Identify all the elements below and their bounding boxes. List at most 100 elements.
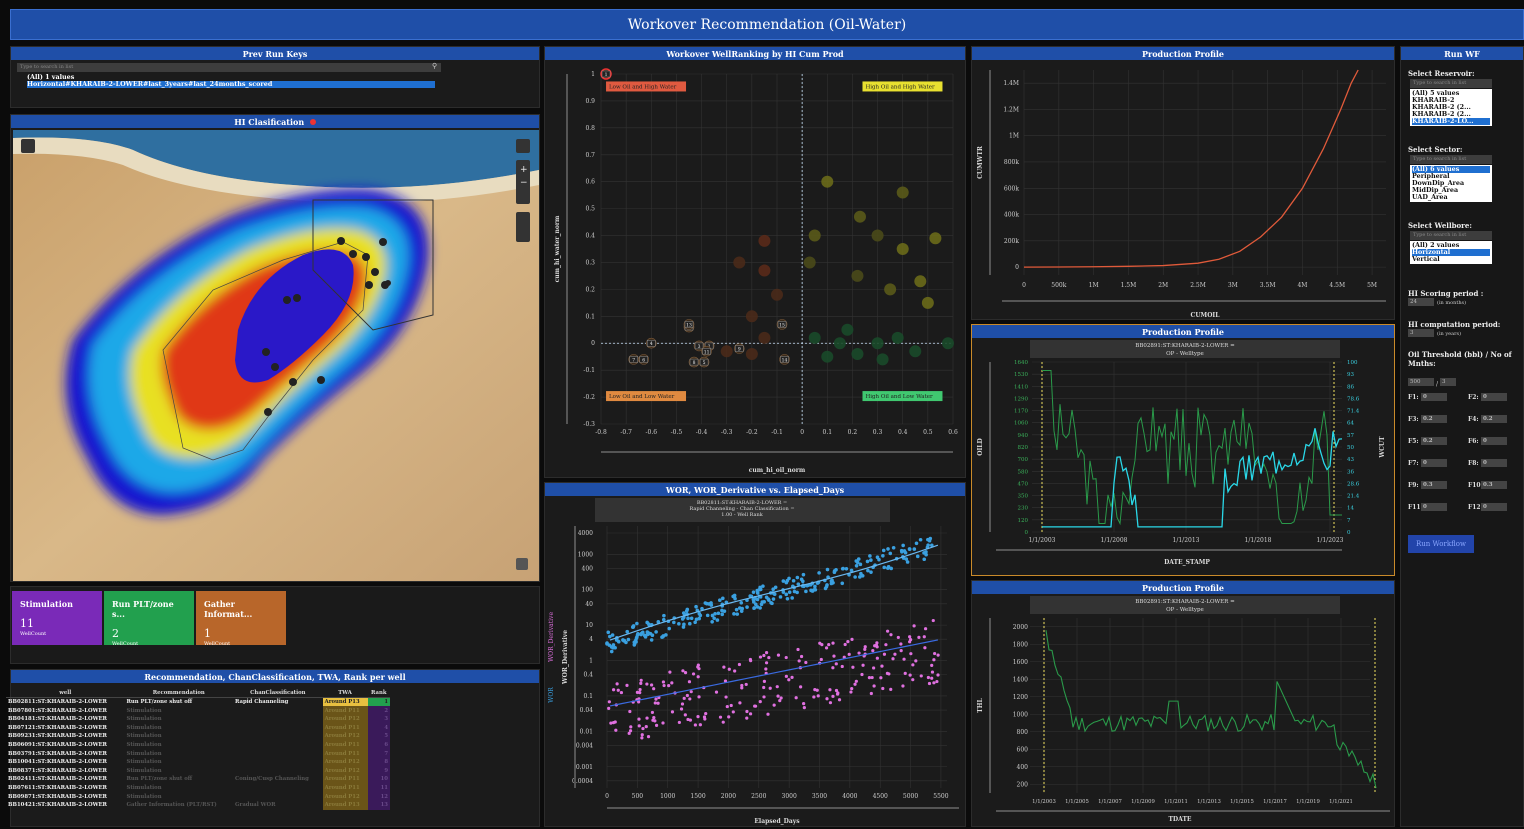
wor-derivative-point bbox=[762, 679, 767, 683]
f-input[interactable]: 0 bbox=[1481, 437, 1507, 445]
f-input[interactable]: 0 bbox=[1481, 503, 1507, 511]
quadrant-text: Low Oil and Low Water bbox=[609, 394, 675, 400]
y-tick: 470 bbox=[1018, 481, 1029, 487]
y-tick: 0 bbox=[1015, 264, 1019, 271]
wor-point bbox=[830, 578, 834, 583]
bubble bbox=[720, 345, 733, 358]
wor-derivative-point bbox=[698, 723, 702, 727]
hi-scoring-input[interactable]: 24 bbox=[1408, 298, 1434, 306]
prev-run-search[interactable]: Type to search in list bbox=[17, 63, 441, 72]
reservoir-list[interactable]: (All) 5 values KHARAIB-2 KHARAIB-2 (2... KH… bbox=[1410, 89, 1492, 126]
wor-derivative-point bbox=[867, 676, 872, 680]
table-row[interactable]: BB10041:ST:KHARAIB-2-LOWER Stimulation Aro… bbox=[6, 757, 390, 767]
hi-comp-input[interactable]: 3 bbox=[1408, 329, 1434, 337]
hi-scoring-row: 24 (in months) bbox=[1408, 298, 1466, 306]
prod3-chart[interactable]: BB02891:ST:KHARAIB-2-LOWER = OP - Welltyp… bbox=[972, 594, 1394, 826]
x-tick: 5500 bbox=[933, 793, 948, 800]
f-input[interactable]: 0 bbox=[1421, 503, 1447, 511]
y-tick: 0.2 bbox=[585, 286, 595, 293]
wor-derivative-point bbox=[931, 618, 935, 623]
table-row[interactable]: BB02811:ST:KHARAIB-2-LOWER Run PLT/zone s… bbox=[6, 697, 390, 707]
ranking-chart[interactable]: -0.8 -0.7 -0.6 -0.5 -0.4 -0.3 -0.2 -0.1 0 0.1 0.2 0… bbox=[545, 60, 965, 478]
column-header[interactable]: TWA bbox=[322, 688, 368, 698]
wor-point bbox=[654, 630, 658, 634]
table-row[interactable]: BB02411:ST:KHARAIB-2-LOWER Run PLT/zone s… bbox=[6, 775, 390, 784]
wor-derivative-point bbox=[901, 684, 905, 688]
prod2-chart[interactable]: BB02891:ST:KHARAIB-2-LOWER = OP - Welltyp… bbox=[972, 338, 1394, 575]
wellbore-search[interactable]: Type to search in list bbox=[1410, 231, 1492, 240]
f-field-5: F5: 0.2 bbox=[1408, 437, 1447, 445]
column-header[interactable]: well bbox=[6, 688, 125, 698]
column-header[interactable]: Recommendation bbox=[124, 688, 233, 698]
quadrant-text: Low Oil and High Water bbox=[609, 84, 677, 90]
sector-item[interactable]: UAD_Area bbox=[1412, 194, 1490, 201]
cell-twa: Around P12 bbox=[322, 732, 368, 741]
prev-run-item[interactable]: Horizontal#KHARAIB-2-LOWER#last_3years#l… bbox=[27, 81, 435, 88]
reservoir-item[interactable]: KHARAIB-2-LO... bbox=[1412, 118, 1490, 125]
wor-derivative-point bbox=[835, 692, 840, 696]
f-label: F5: bbox=[1408, 437, 1419, 445]
heatmap-map[interactable]: +− bbox=[13, 130, 539, 581]
table-row[interactable]: BB09871:ST:KHARAIB-2-LOWER Stimulation Aro… bbox=[6, 792, 390, 801]
f-input[interactable]: 0 bbox=[1421, 393, 1447, 401]
table-row[interactable]: BB04181:ST:KHARAIB-2-LOWER Stimulation Aro… bbox=[6, 714, 390, 724]
f-input[interactable]: 0 bbox=[1481, 459, 1507, 467]
wor-derivative-point bbox=[679, 707, 684, 711]
table-row[interactable]: BB03791:ST:KHARAIB-2-LOWER Stimulation Aro… bbox=[6, 749, 390, 758]
f-input[interactable]: 0.2 bbox=[1421, 437, 1447, 445]
layers-icon bbox=[21, 139, 35, 153]
oil-threshold-input[interactable]: 500 bbox=[1408, 377, 1434, 386]
wellbore-label: Select Wellbore: bbox=[1408, 221, 1472, 230]
card-title: Stimulation bbox=[20, 599, 73, 609]
reservoir-search[interactable]: Type to search in list bbox=[1410, 79, 1492, 88]
wor-derivative-point bbox=[637, 724, 641, 728]
wor-point bbox=[703, 601, 708, 605]
y-tick: 2000 bbox=[1013, 624, 1028, 631]
f-input[interactable]: 0.2 bbox=[1481, 415, 1507, 423]
f-input[interactable]: 0 bbox=[1481, 393, 1507, 401]
summary-card[interactable]: Gather Informat... 1 WellCount bbox=[196, 591, 286, 647]
wor-point bbox=[825, 567, 830, 572]
wellbore-item[interactable]: Vertical bbox=[1412, 256, 1490, 263]
wor-chart[interactable]: BB02811:ST:KHARAIB-2-LOWER =Rapid Channe… bbox=[545, 496, 965, 826]
summary-card[interactable]: Stimulation 11 WellCount bbox=[12, 591, 102, 645]
table-row[interactable]: BB07611:ST:KHARAIB-2-LOWER Stimulation Aro… bbox=[6, 783, 390, 793]
column-header[interactable]: Rank bbox=[367, 688, 390, 698]
prod1-chart[interactable]: 0 200k 400k 600k 800k 1M 1.2M 1.4M 0 500k 1M 1.5M 2M… bbox=[972, 60, 1394, 319]
f-input[interactable]: 0.3 bbox=[1421, 481, 1447, 489]
wor-point bbox=[733, 596, 737, 601]
wor-derivative-point bbox=[725, 704, 729, 709]
wellbore-list[interactable]: (All) 2 values Horizontal Vertical bbox=[1410, 241, 1492, 264]
wor-derivative-point bbox=[764, 667, 768, 671]
cell-rank: 8 bbox=[367, 757, 390, 767]
wor-derivative-point bbox=[933, 651, 937, 656]
prev-run-scrollbar[interactable] bbox=[539, 65, 540, 99]
search-icon[interactable]: ⚲ bbox=[432, 62, 437, 70]
table-row[interactable]: BB07121:ST:KHARAIB-2-LOWER Stimulation Aro… bbox=[6, 723, 390, 733]
wor-derivative-point bbox=[762, 653, 766, 658]
summary-card[interactable]: Run PLT/zone s... 2 WellCount bbox=[104, 591, 194, 647]
table-row[interactable]: BB06091:ST:KHARAIB-2-LOWER Stimulation Aro… bbox=[6, 740, 390, 750]
y2-tick: 100 bbox=[1347, 360, 1358, 366]
table-row[interactable]: BB08371:ST:KHARAIB-2-LOWER Stimulation Aro… bbox=[6, 766, 390, 776]
f-label: F9: bbox=[1408, 481, 1419, 489]
table-row[interactable]: BB10421:ST:KHARAIB-2-LOWER Gather Informa… bbox=[6, 800, 390, 810]
table-row[interactable]: BB07801:ST:KHARAIB-2-LOWER Stimulation Aro… bbox=[6, 706, 390, 715]
column-header[interactable]: ChanClassification bbox=[233, 688, 323, 698]
sector-search[interactable]: Type to search in list bbox=[1410, 155, 1492, 164]
f-input[interactable]: 0 bbox=[1421, 459, 1447, 467]
y-tick: 1400 bbox=[1013, 676, 1028, 683]
bubble bbox=[758, 331, 771, 344]
cell-rec: Stimulation bbox=[126, 750, 162, 757]
wor-point bbox=[606, 630, 611, 635]
run-workflow-button[interactable]: Run Workflow bbox=[1408, 535, 1474, 553]
wor-point bbox=[626, 637, 631, 642]
sector-list[interactable]: (All) 6 values Peripheral DownDip_Area MidD… bbox=[1410, 165, 1492, 202]
prev-run-list[interactable]: (All) 1 values Horizontal#KHARAIB-2-LOWER… bbox=[25, 73, 437, 88]
f-input[interactable]: 0.3 bbox=[1481, 481, 1507, 489]
wor-point bbox=[891, 545, 896, 550]
f-input[interactable]: 0.2 bbox=[1421, 415, 1447, 423]
cell-rank: 2 bbox=[367, 706, 390, 715]
table-row[interactable]: BB09231:ST:KHARAIB-2-LOWER Stimulation Aro… bbox=[6, 732, 390, 741]
oil-months-input[interactable]: 3 bbox=[1440, 377, 1457, 386]
